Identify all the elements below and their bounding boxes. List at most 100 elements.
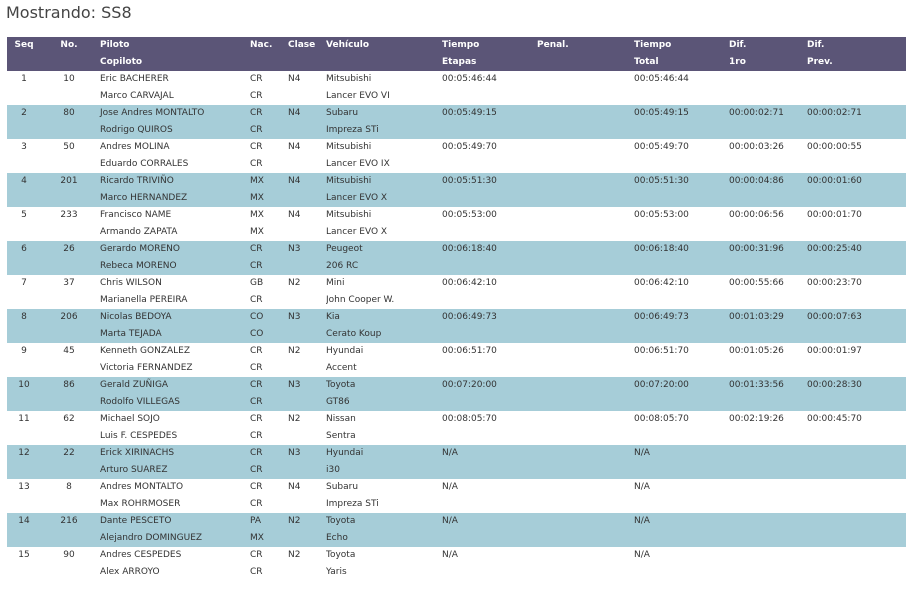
- copiloto-nac-cell: CO: [250, 326, 288, 343]
- seq-cell: 12: [7, 445, 41, 462]
- results-table: Seq No. Piloto Nac. Clase Vehículo Tiemp…: [7, 37, 906, 581]
- tiempo-etapas-cell-sub: [442, 428, 537, 445]
- car-number-cell-sub: [41, 530, 97, 547]
- tiempo-total-cell: N/A: [634, 550, 650, 560]
- tiempo-etapas-cell: 00:06:18:40: [442, 241, 537, 258]
- vehiculo-marca-cell: Toyota: [326, 377, 442, 394]
- copiloto-nac-cell: CR: [250, 431, 263, 441]
- piloto-nac-cell: CR: [250, 482, 263, 492]
- table-body: 1 10 Eric BACHERER CR N4 Mitsubishi 00:05:46:4…: [7, 71, 906, 581]
- header-piloto[interactable]: Piloto: [97, 37, 250, 54]
- dif-prev-cell: [807, 71, 906, 88]
- table-row: 9 45 Kenneth GONZALEZ CR N2 Hyundai 00:06:51:7…: [7, 343, 906, 360]
- seq-cell: 11: [18, 414, 30, 424]
- tiempo-total-cell-sub: [634, 496, 729, 513]
- table-row-sub: Rodolfo VILLEGAS CR GT86: [7, 394, 906, 411]
- header-total[interactable]: Total: [634, 54, 729, 71]
- copiloto-cell: Rodolfo VILLEGAS: [97, 394, 250, 411]
- piloto-cell: Erick XIRINACHS: [97, 445, 250, 462]
- dif-1ro-cell-sub: [729, 258, 807, 275]
- header-clase[interactable]: Clase: [288, 37, 326, 54]
- dif-1ro-cell: 00:01:03:29: [729, 309, 807, 326]
- tiempo-etapas-cell: 00:06:49:73: [442, 309, 537, 326]
- tiempo-total-cell: 00:06:18:40: [634, 241, 729, 258]
- table-row-sub: Arturo SUAREZ CR i30: [7, 462, 906, 479]
- header-dif-prev[interactable]: Dif.: [807, 37, 906, 54]
- tiempo-etapas-cell: N/A: [442, 445, 537, 462]
- header-penal[interactable]: Penal.: [537, 37, 634, 54]
- penal-cell: [537, 479, 634, 496]
- piloto-nac-cell: MX: [250, 210, 264, 220]
- header-etapas[interactable]: Etapas: [442, 54, 537, 71]
- seq-cell-sub: [7, 394, 41, 411]
- vehiculo-modelo-cell: Sentra: [326, 431, 356, 441]
- header-nac-sub: [250, 54, 288, 71]
- vehiculo-marca-cell: Mitsubishi: [326, 142, 372, 152]
- clase-cell-sub: [288, 360, 326, 377]
- penal-cell-sub: [537, 564, 634, 581]
- tiempo-total-cell-sub: [634, 122, 729, 139]
- penal-cell-sub: [537, 156, 634, 173]
- penal-cell-sub: [537, 88, 634, 105]
- seq-cell: 7: [21, 278, 27, 288]
- penal-cell: [537, 241, 634, 258]
- piloto-nac-cell: CO: [250, 309, 288, 326]
- car-number-cell-sub: [41, 292, 97, 309]
- dif-1ro-cell: [729, 71, 807, 88]
- vehiculo-modelo-cell: GT86: [326, 394, 442, 411]
- vehiculo-marca-cell: Mini: [326, 278, 345, 288]
- vehiculo-modelo-cell: Impreza STi: [326, 499, 379, 509]
- penal-cell: [537, 309, 634, 326]
- tiempo-total-cell: 00:06:42:10: [634, 278, 689, 288]
- seq-cell: 6: [7, 241, 41, 258]
- penal-cell: [537, 513, 634, 530]
- header-tiempo-total[interactable]: Tiempo: [634, 37, 729, 54]
- dif-1ro-cell: [729, 479, 807, 496]
- tiempo-etapas-cell-sub: [442, 156, 537, 173]
- vehiculo-modelo-cell: Accent: [326, 363, 357, 373]
- dif-prev-cell: 00:00:28:30: [807, 377, 906, 394]
- car-number-cell-sub: [41, 224, 97, 241]
- penal-cell-sub: [537, 190, 634, 207]
- header-vehiculo[interactable]: Vehículo: [326, 37, 442, 54]
- header-tiempo-etapas[interactable]: Tiempo: [442, 37, 537, 54]
- header-clase-sub: [288, 54, 326, 71]
- dif-prev-cell-sub: [807, 190, 906, 207]
- header-copiloto[interactable]: Copiloto: [97, 54, 250, 71]
- clase-cell: N2: [288, 550, 301, 560]
- penal-cell-sub: [537, 394, 634, 411]
- tiempo-etapas-cell: 00:05:51:30: [442, 173, 537, 190]
- header-no[interactable]: No.: [41, 37, 97, 54]
- tiempo-total-cell: 00:05:51:30: [634, 173, 729, 190]
- header-prev[interactable]: Prev.: [807, 54, 906, 71]
- header-nac[interactable]: Nac.: [250, 37, 288, 54]
- vehiculo-modelo-cell: Impreza STi: [326, 122, 442, 139]
- header-1ro[interactable]: 1ro: [729, 54, 807, 71]
- penal-cell-sub: [537, 530, 634, 547]
- table-row-sub: Rebeca MORENO CR 206 RC: [7, 258, 906, 275]
- header-seq[interactable]: Seq: [7, 37, 41, 54]
- copiloto-nac-cell: CR: [250, 363, 263, 373]
- table-row-sub: Marta TEJADA CO Cerato Koup: [7, 326, 906, 343]
- table-row-sub: Victoria FERNANDEZ CR Accent: [7, 360, 906, 377]
- copiloto-cell: Victoria FERNANDEZ: [100, 363, 193, 373]
- penal-cell: [537, 139, 634, 156]
- vehiculo-marca-cell: Subaru: [326, 105, 442, 122]
- piloto-nac-cell: CR: [250, 550, 263, 560]
- car-number-cell: 26: [41, 241, 97, 258]
- dif-1ro-cell-sub: [729, 122, 807, 139]
- car-number-cell: 10: [63, 74, 75, 84]
- copiloto-cell: Eduardo CORRALES: [100, 159, 189, 169]
- penal-cell-sub: [537, 496, 634, 513]
- clase-cell-sub: [288, 530, 326, 547]
- vehiculo-marca-cell: Toyota: [326, 550, 356, 560]
- dif-prev-cell: 00:00:02:71: [807, 105, 906, 122]
- car-number-cell-sub: [41, 326, 97, 343]
- vehiculo-marca-cell: Toyota: [326, 513, 442, 530]
- copiloto-cell: Alex ARROYO: [100, 567, 160, 577]
- table-row: 1 10 Eric BACHERER CR N4 Mitsubishi 00:05:46:4…: [7, 71, 906, 88]
- tiempo-etapas-cell: N/A: [442, 482, 458, 492]
- piloto-cell: Michael SOJO: [100, 414, 160, 424]
- tiempo-total-cell-sub: [634, 360, 729, 377]
- header-dif-1ro[interactable]: Dif.: [729, 37, 807, 54]
